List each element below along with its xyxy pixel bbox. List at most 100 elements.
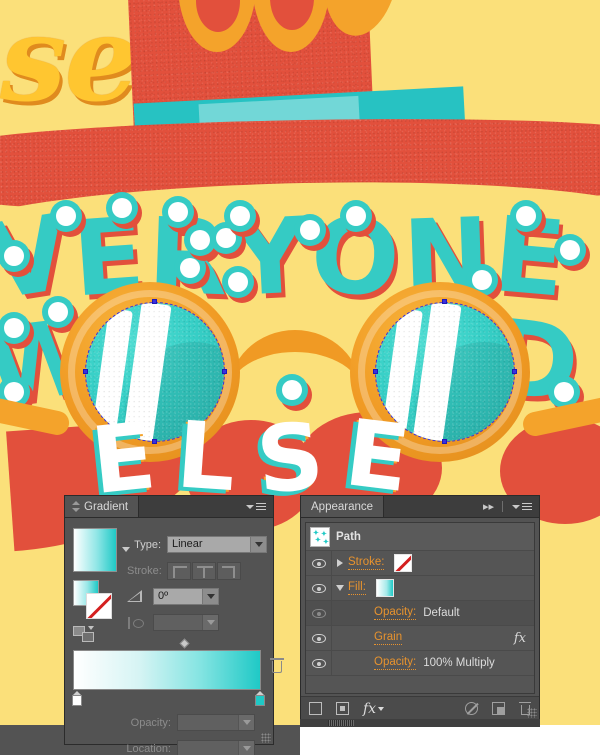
tab-appearance-label: Appearance	[311, 500, 374, 513]
path-anchor-point[interactable]	[152, 299, 157, 304]
add-new-stroke-icon[interactable]	[309, 702, 322, 715]
path-anchor-point[interactable]	[222, 369, 227, 374]
path-anchor-point[interactable]	[373, 369, 378, 374]
fill-stroke-indicator[interactable]	[73, 580, 115, 620]
letter-terminal-dot	[216, 228, 236, 248]
tab-gradient[interactable]: Gradient	[65, 496, 140, 517]
path-anchor-point[interactable]	[442, 299, 447, 304]
appearance-horizontal-scrollbar[interactable]	[300, 719, 540, 727]
chevron-down-icon[interactable]	[238, 715, 254, 730]
eye-icon	[311, 658, 326, 668]
scrollbar-thumb[interactable]	[328, 720, 354, 726]
letter-terminal-dot	[48, 302, 68, 322]
gradient-midpoint-handle[interactable]	[179, 638, 190, 649]
gradient-stop-start[interactable]	[71, 691, 83, 706]
apply-gradient-within-stroke-icon[interactable]	[167, 562, 191, 580]
visibility-toggle[interactable]	[306, 551, 332, 575]
delete-stop-icon[interactable]	[270, 658, 284, 674]
add-new-fill-icon[interactable]	[336, 702, 349, 715]
fill-opacity-label[interactable]: Opacity:	[374, 606, 417, 620]
letter-terminal-dot	[230, 206, 250, 226]
gradient-opacity-input[interactable]	[177, 714, 255, 731]
expand-fill-toggle[interactable]	[332, 585, 348, 591]
grain-effect-label[interactable]: Grain	[374, 631, 403, 645]
duplicate-item-icon[interactable]	[492, 702, 505, 715]
letter-terminal-dot	[4, 318, 24, 338]
tab-appearance[interactable]: Appearance	[301, 496, 385, 517]
appearance-panel-footer: fx	[301, 696, 539, 720]
gradient-stop-end[interactable]	[254, 691, 266, 706]
gradient-preview-swatch[interactable]	[73, 528, 117, 572]
chevron-down-icon[interactable]	[202, 615, 218, 630]
stroke-label[interactable]: Stroke:	[348, 556, 385, 570]
expand-stroke-toggle[interactable]	[332, 559, 348, 567]
tabbar-divider	[502, 501, 503, 512]
gradient-angle-input[interactable]: 0º	[153, 588, 219, 605]
gradient-panel-body: Type: Linear Stroke: 0º Opacity: Locatio…	[65, 518, 284, 755]
appearance-panel-menu-button[interactable]	[505, 496, 539, 517]
gradient-panel-tabbar: Gradient	[65, 496, 273, 518]
gradient-reverse-icon[interactable]	[73, 626, 97, 642]
chevron-down-icon[interactable]	[202, 589, 218, 604]
apply-gradient-along-stroke-icon[interactable]	[192, 562, 216, 580]
letter-terminal-dot	[516, 206, 536, 226]
gradient-panel-resize-grip[interactable]	[261, 733, 271, 743]
letter-terminal-dot	[168, 202, 188, 222]
angle-icon	[127, 589, 145, 604]
appearance-row-fill[interactable]: Fill:	[306, 576, 534, 601]
gradient-type-row: Type: Linear	[127, 536, 267, 553]
add-new-effect-icon[interactable]: fx	[363, 701, 385, 717]
gradient-type-select[interactable]: Linear	[167, 536, 267, 553]
chevron-down-icon[interactable]	[250, 537, 266, 552]
visibility-toggle[interactable]	[306, 601, 332, 625]
gradient-panel-menu-button[interactable]	[239, 496, 273, 517]
tab-gradient-label: Gradient	[84, 500, 129, 513]
gradient-slider-bar[interactable]	[73, 650, 261, 690]
gradient-stroke-label: Stroke:	[127, 565, 162, 577]
visibility-toggle[interactable]	[306, 576, 332, 600]
visibility-toggle[interactable]	[306, 626, 332, 650]
fill-label[interactable]: Fill:	[348, 581, 366, 595]
appearance-target-label: Path	[336, 530, 361, 543]
appearance-panel-body: ✦ ✦ ✦ ✦ Path Stroke: Fill: Opacity: Defa…	[301, 518, 539, 696]
clear-appearance-icon[interactable]	[465, 702, 478, 715]
appearance-row-object-opacity[interactable]: Opacity: 100% Multiply	[306, 651, 534, 676]
appearance-panel[interactable]: Appearance ▸▸ ✦ ✦ ✦ ✦ Path Stroke: Fill:…	[300, 495, 540, 722]
letter-terminal-dot	[4, 382, 24, 402]
appearance-row-grain[interactable]: Grain fx	[306, 626, 534, 651]
appearance-target-row[interactable]: ✦ ✦ ✦ ✦ Path	[306, 523, 534, 551]
gradient-panel[interactable]: Gradient Type: Linear Stroke: 0º Opacity…	[64, 495, 284, 755]
tabbar-filler	[139, 496, 239, 517]
path-anchor-point[interactable]	[512, 369, 517, 374]
apply-gradient-across-stroke-icon[interactable]	[217, 562, 241, 580]
letter-terminal-dot	[228, 272, 248, 292]
appearance-row-fill-opacity[interactable]: Opacity: Default	[306, 601, 534, 626]
fill-opacity-value: Default	[423, 607, 460, 619]
fill-gradient-swatch[interactable]	[375, 579, 394, 597]
hamburger-menu-icon	[522, 501, 532, 512]
letter-terminal-dot	[56, 206, 76, 226]
gradient-angle-row: 0º	[127, 588, 267, 605]
stroke-gradient-alignment-group[interactable]	[167, 562, 241, 580]
letter-terminal-dot	[4, 246, 24, 266]
appearance-panel-resize-grip[interactable]	[527, 708, 537, 718]
eye-icon	[311, 583, 326, 593]
chevron-down-icon	[246, 504, 254, 509]
stroke-color-swatch-none[interactable]	[394, 554, 413, 572]
object-opacity-label[interactable]: Opacity:	[374, 656, 417, 670]
gradient-location-input[interactable]	[177, 740, 255, 755]
collapse-to-icons-button[interactable]: ▸▸	[476, 496, 500, 517]
effect-fx-icon[interactable]: fx	[514, 631, 526, 646]
path-anchor-point[interactable]	[83, 369, 88, 374]
chevron-down-icon[interactable]	[238, 741, 254, 755]
appearance-row-stroke[interactable]: Stroke:	[306, 551, 534, 576]
visibility-toggle[interactable]	[306, 651, 332, 675]
eye-icon	[311, 608, 326, 618]
letter-terminal-dot	[180, 258, 200, 278]
object-opacity-value: 100% Multiply	[423, 657, 495, 669]
appearance-panel-tabbar: Appearance ▸▸	[301, 496, 539, 518]
stroke-swatch-none[interactable]	[86, 593, 112, 619]
aspect-ratio-icon	[127, 616, 145, 630]
appearance-attribute-list[interactable]: ✦ ✦ ✦ ✦ Path Stroke: Fill: Opacity: Defa…	[305, 522, 535, 694]
gradient-aspect-ratio-input[interactable]	[153, 614, 219, 631]
